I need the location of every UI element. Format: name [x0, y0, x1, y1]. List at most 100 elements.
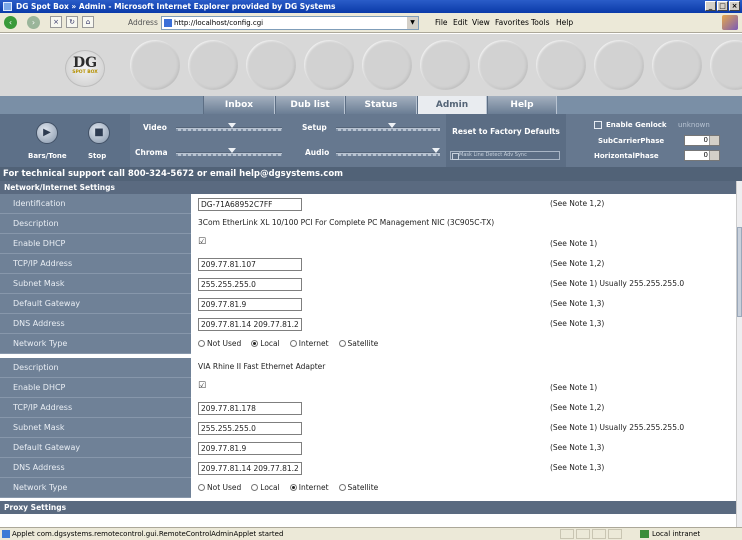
default-gateway-label: Default Gateway [0, 438, 191, 458]
adapter2-mask-note: (See Note 1) Usually 255.255.255.0 [550, 423, 685, 432]
adapter2-mask-row: Subnet Mask (See Note 1) Usually 255.255… [0, 418, 736, 438]
banner-decoration [594, 40, 644, 90]
vertical-scrollbar[interactable] [736, 181, 742, 527]
radio-button[interactable] [338, 484, 346, 491]
video-slider-handle[interactable] [228, 123, 236, 128]
banner-decoration [652, 40, 702, 90]
enable-genlock-checkbox[interactable] [594, 121, 602, 129]
identification-input[interactable] [198, 198, 302, 211]
adapter2-dhcp-checkbox[interactable]: ☑ [198, 382, 208, 392]
chroma-slider-handle[interactable] [228, 148, 236, 153]
window-title-bar: DG Spot Box » Admin - Microsoft Internet… [0, 0, 742, 13]
adapter2-dhcp-row: Enable DHCP ☑ (See Note 1) [0, 378, 736, 398]
radio-label: Local [260, 339, 280, 348]
adapter2-description: VIA Rhine II Fast Ethernet Adapter [198, 362, 326, 371]
address-dropdown-icon[interactable]: ▼ [407, 17, 418, 29]
radio-button[interactable] [338, 340, 346, 347]
home-icon[interactable]: ⌂ [82, 16, 94, 28]
audio-label: Audio [305, 148, 330, 157]
network-type-label: Network Type [0, 334, 191, 354]
scrollbar-thumb[interactable] [737, 227, 742, 317]
radio-button[interactable] [289, 340, 297, 347]
bars-tone-button[interactable]: ▶ [36, 122, 58, 144]
tcpip-address-label: TCP/IP Address [0, 398, 191, 418]
radio-satellite[interactable]: Satellite [338, 339, 378, 348]
adapter1-ip-input[interactable] [198, 258, 302, 271]
chroma-slider[interactable] [176, 148, 282, 156]
menu-file[interactable]: File [435, 18, 448, 27]
adapter2-mask-input[interactable] [198, 422, 302, 435]
adapter1-dhcp-checkbox[interactable]: ☑ [198, 238, 208, 248]
radio-button[interactable] [251, 340, 259, 347]
banner-decoration [246, 40, 296, 90]
banner-decoration [130, 40, 180, 90]
address-bar[interactable]: http://localhost/config.cgi ▼ [161, 16, 419, 30]
menu-favorites[interactable]: Favorites [495, 18, 529, 27]
adapter1-dns-input[interactable] [198, 318, 302, 331]
subcarrier-phase-spinner[interactable]: 0 [684, 135, 720, 146]
tab-inbox[interactable]: Inbox [203, 96, 275, 114]
description-label: Description [0, 214, 191, 234]
adapter2-gateway-input[interactable] [198, 442, 302, 455]
browser-toolbar: ‹ › × ↻ ⌂ Address http://localhost/confi… [0, 13, 742, 33]
audio-slider-handle[interactable] [432, 148, 440, 153]
tab-help[interactable]: Help [487, 96, 557, 114]
status-cell [576, 529, 590, 539]
close-button[interactable]: × [729, 1, 740, 11]
setup-slider-handle[interactable] [388, 123, 396, 128]
radio-button[interactable] [251, 484, 259, 491]
banner-decoration [536, 40, 586, 90]
menu-edit[interactable]: Edit [453, 18, 468, 27]
video-slider[interactable] [176, 123, 282, 131]
adapter1-dhcp-note: (See Note 1) [550, 239, 598, 248]
menu-help[interactable]: Help [556, 18, 573, 27]
stop-icon[interactable]: × [50, 16, 62, 28]
adapter1-ip-row: TCP/IP Address (See Note 1,2) [0, 254, 736, 274]
minimize-button[interactable]: _ [705, 1, 716, 11]
menu-tools[interactable]: Tools [531, 18, 549, 27]
setup-slider[interactable] [336, 123, 440, 131]
forward-button[interactable]: › [27, 16, 40, 29]
audio-slider[interactable] [336, 148, 440, 156]
banner-decoration [420, 40, 470, 90]
radio-not-used[interactable]: Not Used [198, 483, 241, 492]
radio-local[interactable]: Local [251, 483, 280, 492]
settings-content: Network/Internet Settings Identification… [0, 181, 736, 527]
radio-button[interactable] [198, 340, 205, 347]
radio-local[interactable]: Local [251, 339, 280, 348]
adapter1-mask-input[interactable] [198, 278, 302, 291]
banner-decoration [188, 40, 238, 90]
stop-button[interactable]: ■ [88, 122, 110, 144]
adapter2-gateway-row: Default Gateway (See Note 1,3) [0, 438, 736, 458]
radio-internet[interactable]: Internet [289, 483, 329, 492]
radio-button[interactable] [198, 484, 205, 491]
radio-not-used[interactable]: Not Used [198, 339, 241, 348]
tab-status[interactable]: Status [345, 96, 417, 114]
adapter1-network-type: Not Used Local Internet Satellite [198, 339, 378, 348]
adapter1-gateway-input[interactable] [198, 298, 302, 311]
refresh-icon[interactable]: ↻ [66, 16, 78, 28]
horizontal-phase-spinner[interactable]: 0 [684, 150, 720, 161]
adapter2-dns-row: DNS Address (See Note 1,3) [0, 458, 736, 478]
back-button[interactable]: ‹ [4, 16, 17, 29]
tab-dub-list[interactable]: Dub list [275, 96, 345, 114]
radio-button[interactable] [289, 484, 297, 491]
stop-label: Stop [88, 152, 107, 160]
adapter1-description-row: Description 3Com EtherLink XL 10/100 PCI… [0, 214, 736, 234]
adapter2-dns-input[interactable] [198, 462, 302, 475]
mask-line-option[interactable]: Mask Line Detect Adv Sync [450, 151, 560, 160]
adapter2-dns-note: (See Note 1,3) [550, 463, 605, 472]
adapter2-ip-input[interactable] [198, 402, 302, 415]
maximize-button[interactable]: □ [717, 1, 728, 11]
menu-view[interactable]: View [472, 18, 490, 27]
radio-satellite[interactable]: Satellite [338, 483, 378, 492]
radio-label: Internet [298, 483, 329, 492]
tab-admin[interactable]: Admin [417, 96, 487, 114]
subcarrier-phase-label: SubCarrierPhase [598, 137, 665, 145]
default-gateway-label: Default Gateway [0, 294, 191, 314]
radio-internet[interactable]: Internet [289, 339, 329, 348]
adapter2-dhcp-note: (See Note 1) [550, 383, 598, 392]
reset-factory-defaults-button[interactable]: Reset to Factory Defaults [452, 123, 560, 141]
status-text: Applet com.dgsystems.remotecontrol.gui.R… [12, 530, 284, 538]
adapter1-type-row: Network Type Not Used Local Internet Sat… [0, 334, 736, 354]
